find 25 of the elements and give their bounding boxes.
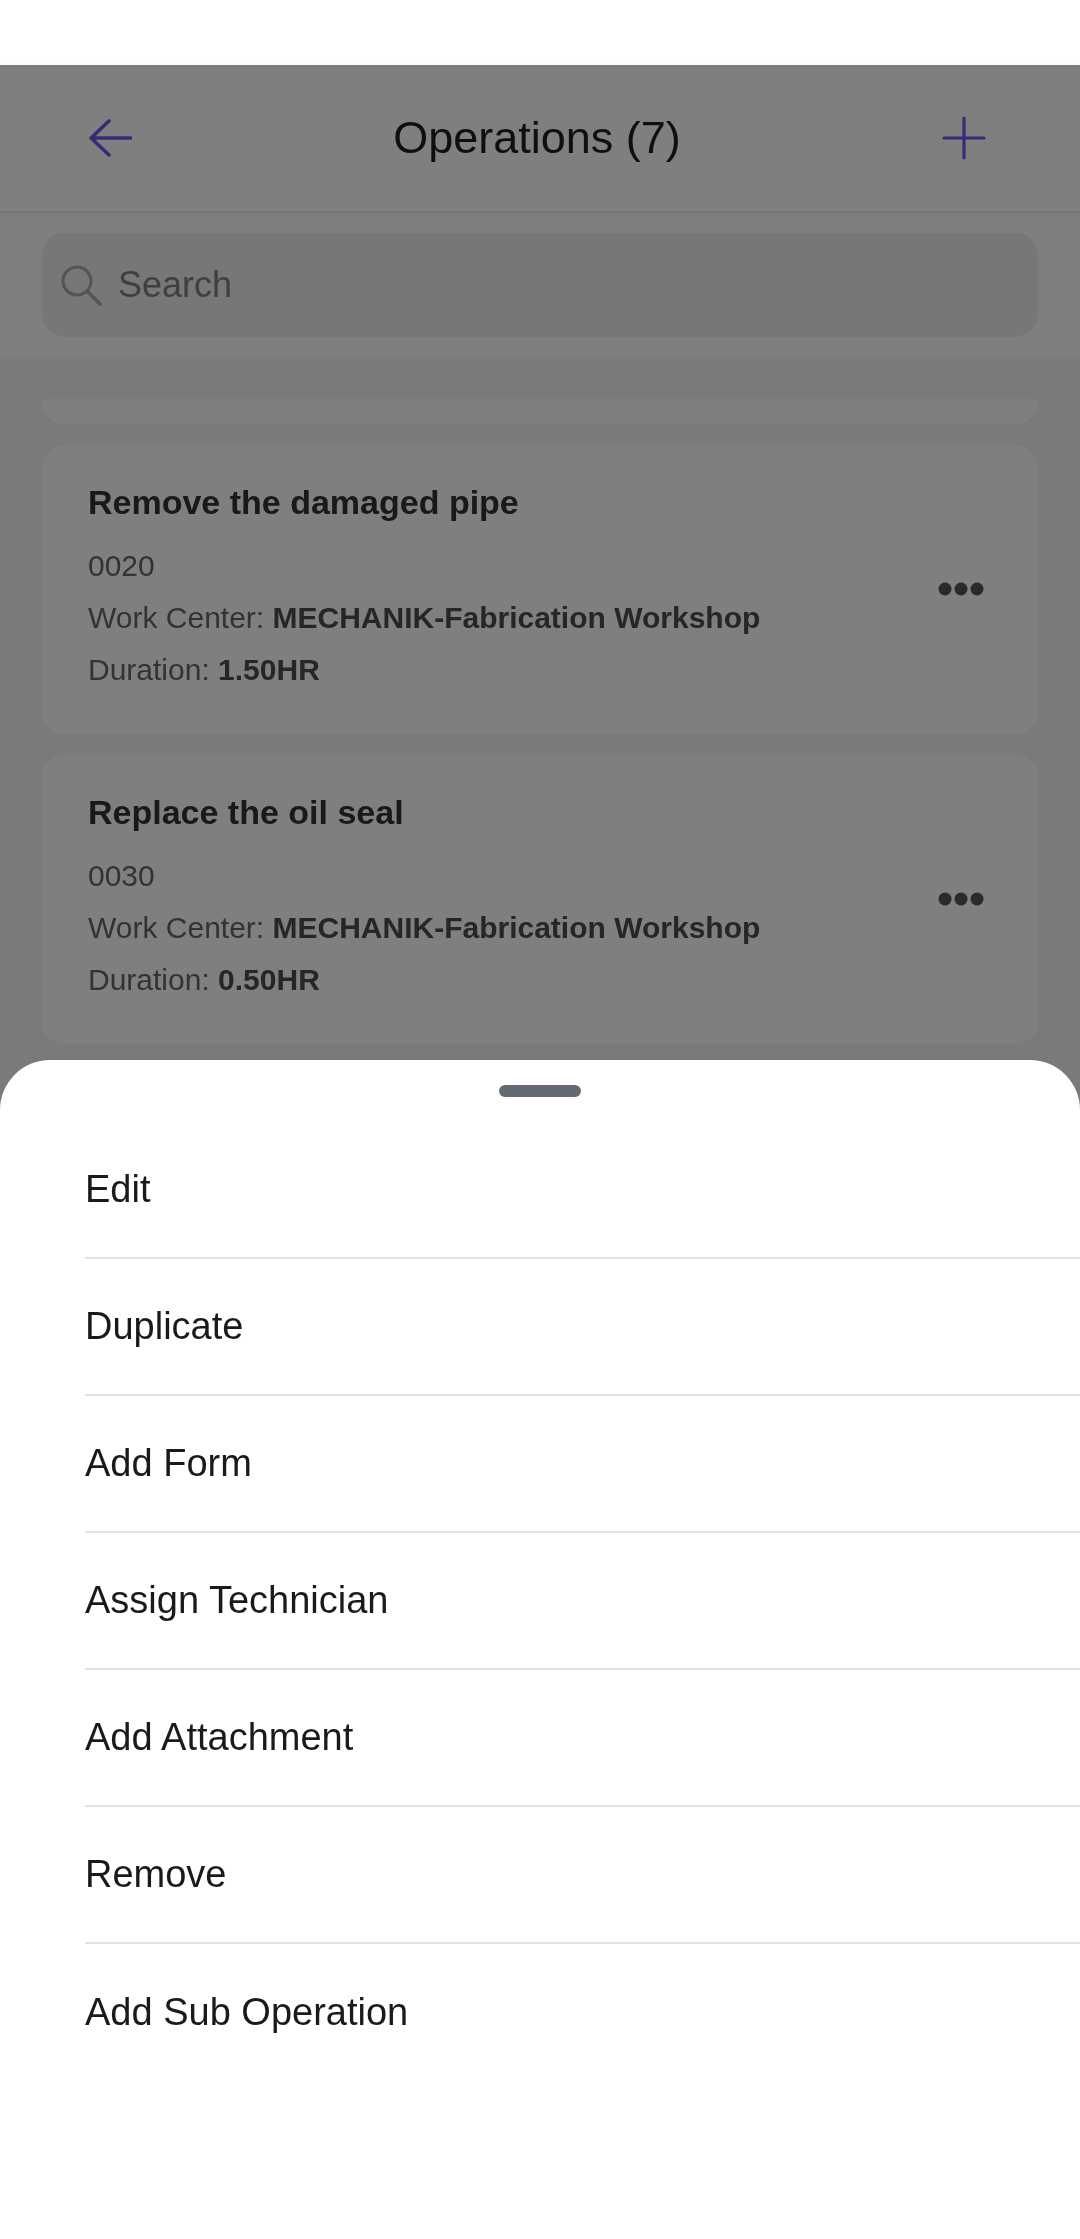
work-center-text: Work Center: MECHANIK-Fabrication Workshop — [88, 910, 761, 946]
menu-item[interactable]: Remove — [85, 1807, 1080, 1944]
more-icon[interactable] — [938, 892, 984, 906]
operation-card[interactable]: Replace the oil seal 0030 Work Center: MECHANIK-Fabrication Workshop Duration: 0.50HR — [42, 755, 1038, 1044]
search-icon — [60, 264, 102, 306]
menu-item[interactable]: Add Sub Operation — [85, 1944, 1080, 2081]
work-center-text: Work Center: MECHANIK-Fabrication Workshop — [88, 600, 761, 636]
screen-title: Operations (7) — [393, 111, 681, 165]
duration-text: Duration: 1.50HR — [88, 652, 321, 688]
operation-card[interactable]: Remove the damaged pipe 0020 Work Center: MECHANIK-Fabrication Workshop Duration: 1.50HR — [42, 445, 1038, 734]
menu-item[interactable]: Assign Technician — [85, 1533, 1080, 1670]
operation-number: 0020 — [88, 548, 156, 584]
drag-handle[interactable] — [499, 1085, 581, 1097]
duration-text: Duration: 0.50HR — [88, 962, 321, 998]
menu-item[interactable]: Add Form — [85, 1396, 1080, 1533]
more-icon[interactable] — [938, 582, 984, 596]
add-icon[interactable] — [942, 116, 986, 160]
menu-item[interactable]: Edit — [85, 1122, 1080, 1259]
operation-title: Remove the damaged pipe — [88, 482, 520, 522]
search-field[interactable]: Search — [42, 233, 1038, 337]
back-icon[interactable] — [88, 119, 132, 157]
operation-title: Replace the oil seal — [88, 792, 405, 832]
menu-item[interactable]: Duplicate — [85, 1259, 1080, 1396]
operation-number: 0030 — [88, 858, 156, 894]
menu-item[interactable]: Add Attachment — [85, 1670, 1080, 1807]
